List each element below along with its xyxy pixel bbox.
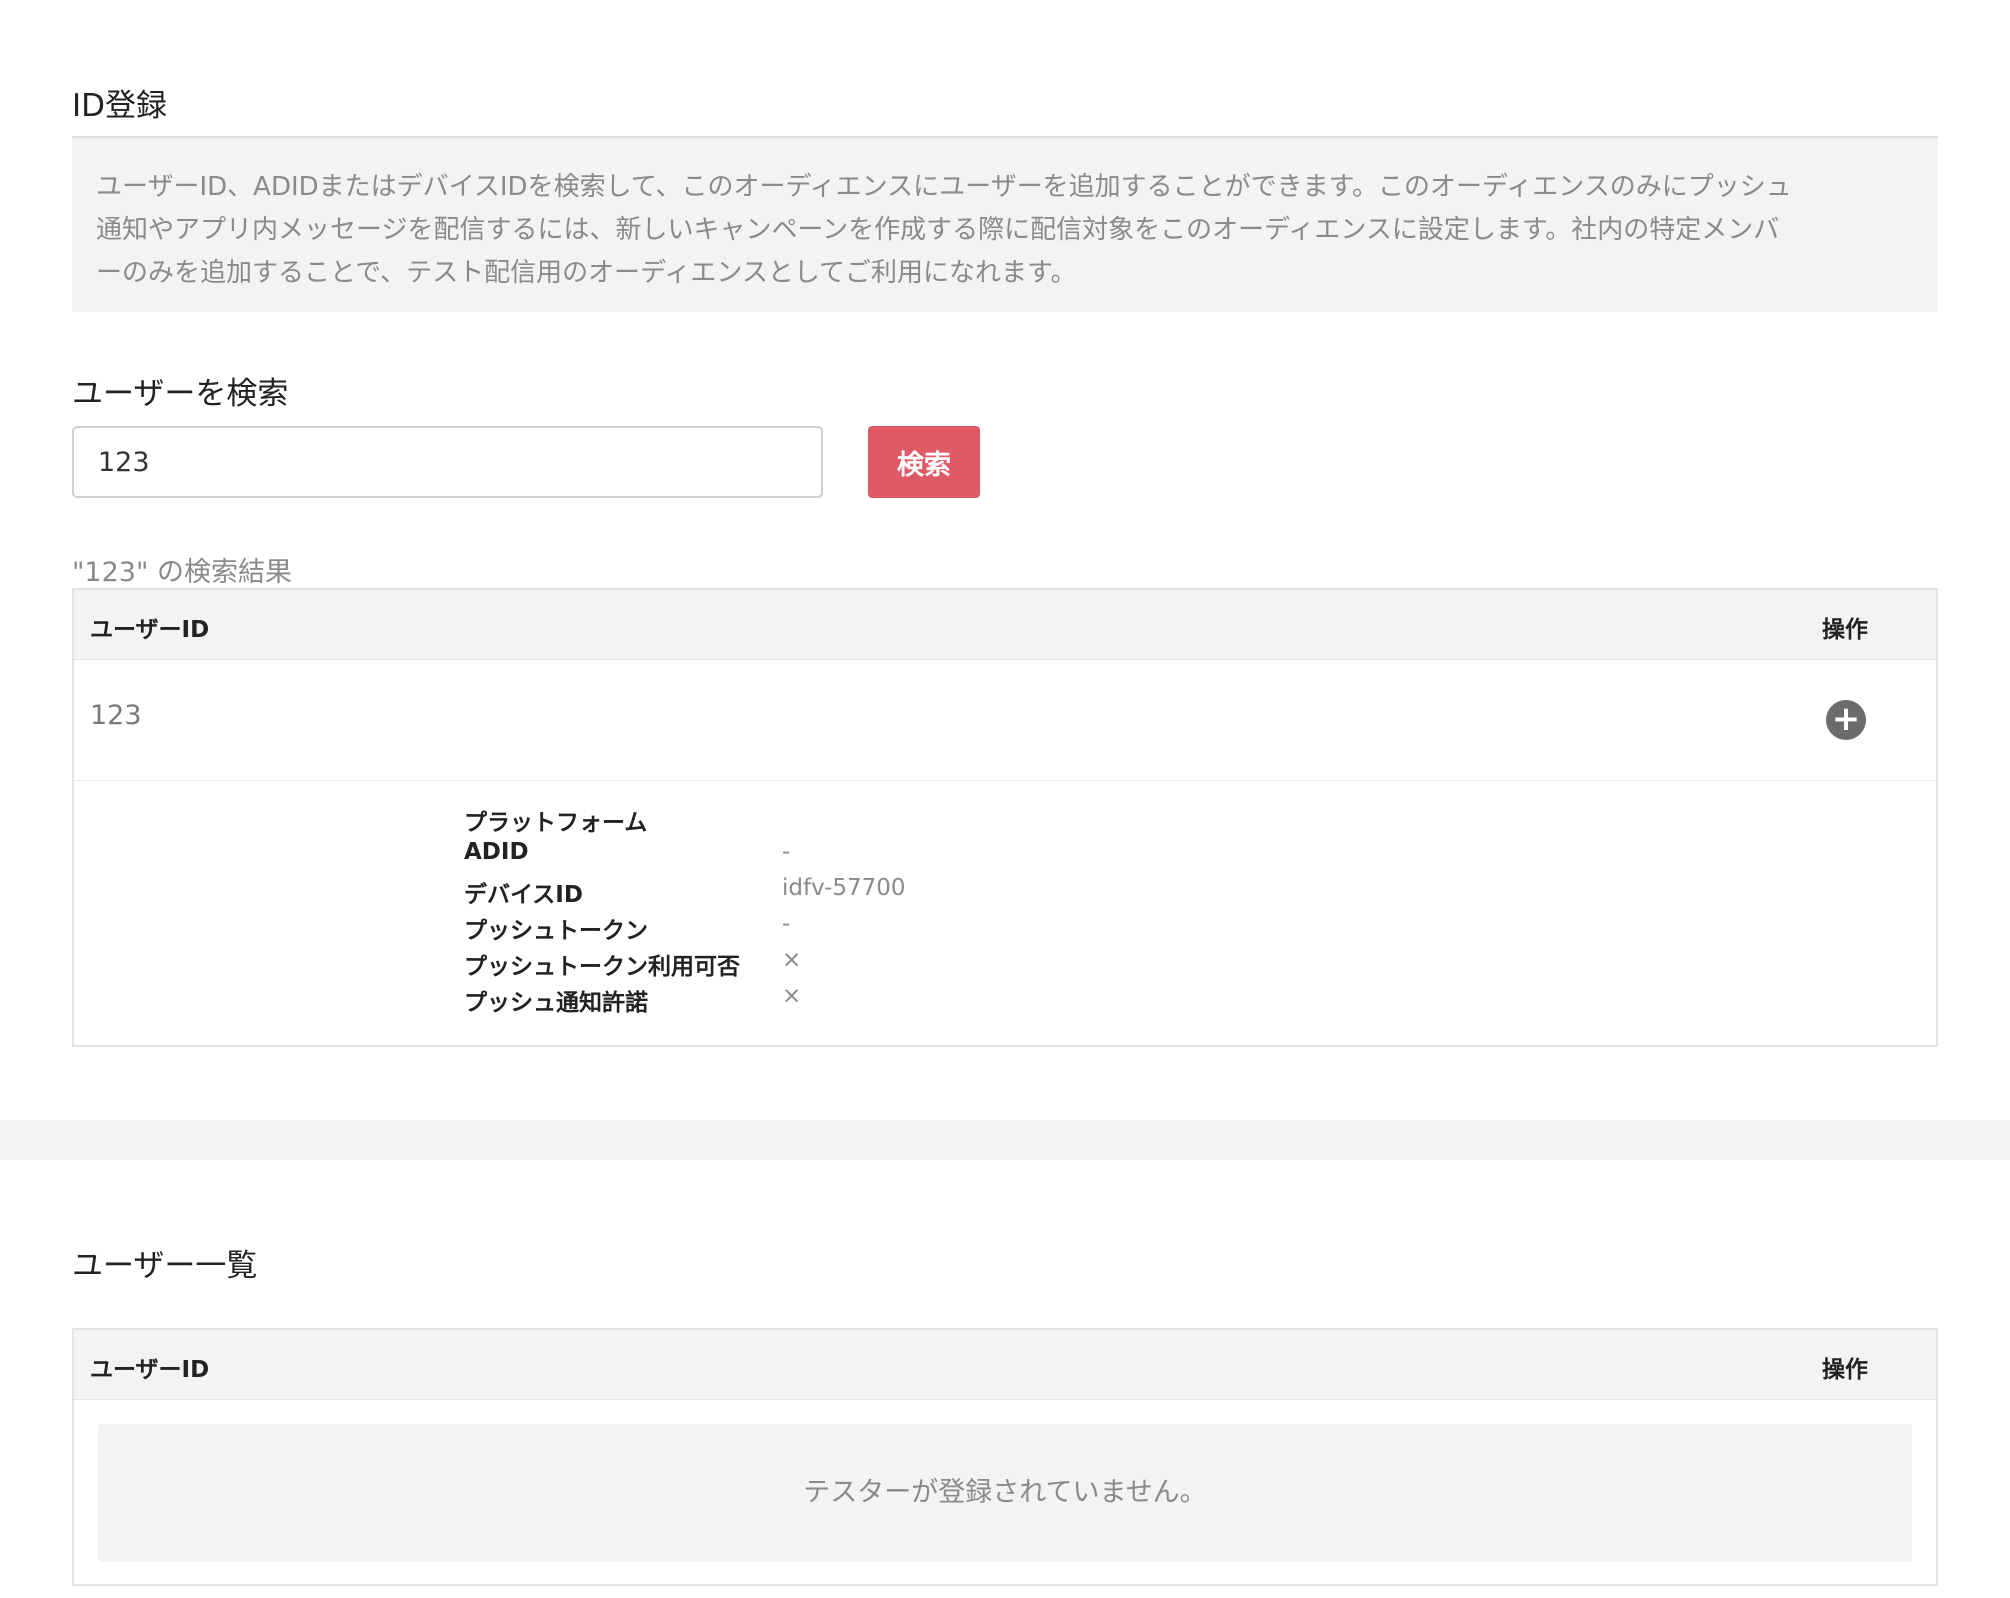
search-results-table: ユーザーID 操作 123 + プラットフォーム ADID - デバイスID i…	[72, 588, 1938, 1047]
column-header-action: 操作	[1822, 617, 1868, 643]
user-list-title: ユーザー一覧	[72, 1248, 258, 1284]
user-list-table: ユーザーID 操作 テスターが登録されていません。	[72, 1328, 1938, 1586]
empty-state-message: テスターが登録されていません。	[98, 1424, 1912, 1562]
section-divider	[0, 1120, 2010, 1160]
detail-value: ×	[782, 947, 802, 973]
detail-value: idfv-57700	[782, 875, 906, 901]
search-input[interactable]	[72, 426, 823, 498]
table-header: ユーザーID 操作	[74, 590, 1936, 660]
detail-key: ADID	[464, 839, 529, 865]
detail-key: プッシュ通知許諾	[464, 990, 648, 1016]
search-button[interactable]: 検索	[868, 426, 980, 498]
column-header-user-id: ユーザーID	[90, 1357, 210, 1383]
table-row: 123 +	[74, 660, 1936, 781]
detail-value: -	[782, 839, 791, 865]
registration-description: ユーザーID、ADIDまたはデバイスIDを検索して、このオーディエンスにユーザー…	[72, 136, 1938, 312]
user-detail-panel: プラットフォーム ADID - デバイスID idfv-57700 プッシュトー…	[74, 781, 1936, 1045]
detail-value: -	[782, 911, 791, 937]
column-header-user-id: ユーザーID	[90, 617, 210, 643]
search-section-title: ユーザーを検索	[72, 376, 289, 412]
user-id-cell: 123	[90, 700, 142, 731]
detail-key: プッシュトークン利用可否	[464, 954, 740, 980]
column-header-action: 操作	[1822, 1357, 1868, 1383]
description-line: 通知やアプリ内メッセージを配信するには、新しいキャンペーンを作成する際に配信対象…	[96, 215, 1780, 245]
table-header: ユーザーID 操作	[74, 1330, 1936, 1400]
plus-circle-icon[interactable]: +	[1826, 700, 1866, 740]
registration-title: ID登録	[72, 88, 168, 124]
description-line: ユーザーID、ADIDまたはデバイスIDを検索して、このオーディエンスにユーザー…	[96, 172, 1792, 202]
search-result-caption: "123" の検索結果	[72, 557, 292, 588]
detail-value: ×	[782, 983, 802, 1009]
detail-key: プラットフォーム	[464, 810, 648, 836]
detail-key: プッシュトークン	[464, 918, 648, 944]
description-line: ーのみを追加することで、テスト配信用のオーディエンスとしてご利用になれます。	[96, 258, 1077, 288]
detail-key: デバイスID	[464, 882, 583, 908]
